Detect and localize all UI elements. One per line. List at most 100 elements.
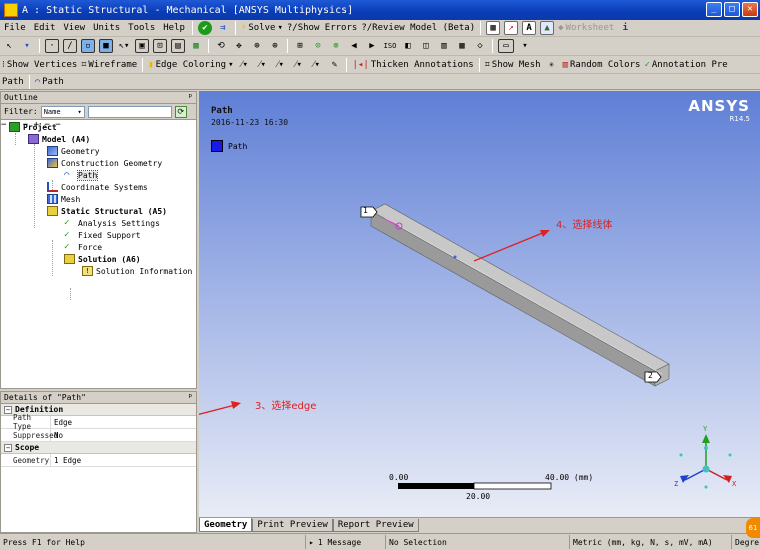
annotation-edge: 3、选择edge [255, 401, 317, 412]
refresh-filter-icon[interactable]: ⟳ [174, 105, 187, 118]
annotation-preferences-button[interactable]: ✓ Annotation Pre [642, 60, 729, 70]
graphics-options-icon[interactable]: ▦ [455, 39, 469, 53]
status-messages[interactable]: ▸ 1 Message [306, 535, 386, 549]
graphics-viewport[interactable]: Path 2016-11-23 16:30 Path ANSYS R14.5 1… [199, 91, 760, 517]
geometry-value[interactable]: 1 Edge [51, 454, 196, 466]
scope-group[interactable]: − Scope [1, 442, 196, 454]
tree-model[interactable]: Model (A4) [28, 133, 90, 145]
menu-view[interactable]: View [59, 23, 89, 33]
box-zoom-icon[interactable]: ⊞ [293, 39, 307, 53]
edge-style-1-icon[interactable]: ⁄▾ [237, 58, 251, 72]
tree-fixed-support[interactable]: ✓ Fixed Support [64, 229, 141, 241]
filter-input[interactable] [87, 105, 172, 118]
show-vertices-button[interactable]: ⁝ Show Vertices [0, 60, 79, 70]
tab-print-preview[interactable]: Print Preview [252, 519, 333, 532]
picture-icon[interactable]: ▲ [540, 21, 555, 35]
tree-mesh[interactable]: Mesh [47, 193, 80, 205]
zoom-in-icon[interactable]: ⊕ [268, 39, 282, 53]
next-view-icon[interactable]: ▶ [365, 39, 379, 53]
chart-icon[interactable]: ↗ [504, 21, 519, 35]
close-button[interactable]: ✕ [742, 2, 758, 17]
details-row-suppressed[interactable]: Suppressed No [1, 429, 196, 442]
filter-bar: Filter: Name ▾ ⟳ [1, 104, 196, 120]
select-body-icon[interactable]: ■ [99, 39, 113, 53]
tree-construction-geometry[interactable]: Construction Geometry [47, 157, 162, 169]
display-plane-icon[interactable]: ◫ [419, 39, 433, 53]
tree-solution[interactable]: Solution (A6) [64, 253, 141, 265]
select-vertex-icon[interactable]: · [45, 39, 59, 53]
details-row-geometry[interactable]: Geometry 1 Edge [1, 454, 196, 467]
select-filter-icon[interactable]: ▾ [20, 39, 34, 53]
check-icon[interactable]: ✔ [197, 21, 212, 35]
notification-badge[interactable]: 61 [746, 518, 760, 538]
minimize-button[interactable]: _ [706, 2, 722, 17]
thicken-annotations-button[interactable]: |◂| Thicken Annotations [350, 60, 475, 70]
wireframe-button[interactable]: ⌗ Wireframe [79, 60, 139, 70]
collapse-definition-toggle[interactable]: − [4, 405, 12, 414]
collapse-scope-toggle[interactable]: − [4, 443, 12, 452]
show-errors-button[interactable]: ?/Show Errors [285, 23, 359, 33]
worksheet-button[interactable]: ◆ Worksheet [556, 23, 616, 33]
pin-icon[interactable]: ᵖ [188, 393, 193, 403]
select-mode-icon[interactable]: ↖▾ [117, 39, 131, 53]
details-row-path-type[interactable]: Path Type Edge [1, 413, 196, 431]
solve-button[interactable]: ⚡ Solve ▾ [239, 23, 285, 33]
maximize-button[interactable]: □ [724, 2, 740, 17]
menu-file[interactable]: File [0, 23, 30, 33]
tree-solution-information[interactable]: ! Solution Information [82, 265, 192, 277]
menu-tools[interactable]: Tools [124, 23, 159, 33]
iso-view-icon[interactable]: ISO [383, 39, 397, 53]
menu-units[interactable]: Units [89, 23, 124, 33]
show-mesh-button[interactable]: ⌗ Show Mesh [483, 60, 543, 70]
tab-report-preview[interactable]: Report Preview [332, 519, 419, 532]
pin-annotation-icon[interactable]: ✎ [327, 58, 341, 72]
show-edges-icon[interactable]: ▥ [437, 39, 451, 53]
coordinate-systems-icon [47, 182, 58, 192]
tree-analysis-settings[interactable]: ✓ Analysis Settings [64, 217, 160, 229]
select-node-icon[interactable]: ⊡ [153, 39, 167, 53]
select-edge-icon[interactable]: / [63, 39, 77, 53]
zoom-icon[interactable]: ⊕ [250, 39, 264, 53]
cube-icon[interactable]: ▩ [189, 39, 203, 53]
tree-path[interactable]: ⌒ Path [64, 169, 99, 181]
zoom-fit-icon[interactable]: ⊙ [311, 39, 325, 53]
set-view-icon[interactable]: ◧ [401, 39, 415, 53]
menu-help[interactable]: Help [159, 23, 189, 33]
magnifier-window-icon[interactable]: ⊚ [329, 39, 343, 53]
edge-style-3-icon[interactable]: ⁄▾ [273, 58, 287, 72]
context-help-icon[interactable]: i [618, 21, 632, 35]
review-model-button[interactable]: ?/Review Model (Beta) [359, 23, 477, 33]
tree-coordinate-systems[interactable]: Coordinate Systems [47, 181, 148, 193]
text-annotation-icon[interactable]: A [522, 21, 537, 35]
random-colors-button[interactable]: ▥ Random Colors [561, 60, 643, 70]
tree-project[interactable]: Project [9, 121, 57, 133]
menu-edit[interactable]: Edit [30, 23, 60, 33]
pan-icon[interactable]: ✥ [232, 39, 246, 53]
path-type-value[interactable]: Edge [51, 416, 196, 428]
suppressed-value[interactable]: No [51, 429, 196, 441]
edge-style-2-icon[interactable]: ⁄▾ [255, 58, 269, 72]
tree-geometry[interactable]: Geometry [47, 145, 100, 157]
transfer-icon[interactable]: ⇉ [216, 21, 230, 35]
rotate-icon[interactable]: ⟲ [214, 39, 228, 53]
select-element-icon[interactable]: ▣ [135, 39, 149, 53]
select-face-icon[interactable]: ▫ [81, 39, 95, 53]
path-button[interactable]: ⌒ Path [33, 77, 66, 87]
select-pointer-icon[interactable]: ↖ [2, 39, 16, 53]
tree-force[interactable]: ✓ Force [64, 241, 102, 253]
mesh-select-icon[interactable]: ▤ [171, 39, 185, 53]
pin-icon[interactable]: ᵖ [188, 93, 193, 103]
table-icon[interactable]: ▦ [486, 21, 501, 35]
tree-static-structural[interactable]: Static Structural (A5) [47, 205, 167, 217]
explode-icon[interactable]: ✳ [545, 58, 559, 72]
chevron-down-icon[interactable]: ▾ [518, 39, 532, 53]
previous-view-icon[interactable]: ◀ [347, 39, 361, 53]
viewport-layout-icon[interactable]: ▭ [498, 39, 514, 53]
edge-style-4-icon[interactable]: ⁄▾ [291, 58, 305, 72]
edge-style-5-icon[interactable]: ⁄▾ [309, 58, 323, 72]
tag-icon[interactable]: ◇ [473, 39, 487, 53]
edge-coloring-button[interactable]: ▮ Edge Coloring ▾ [146, 60, 235, 70]
filter-select[interactable]: Name ▾ [40, 105, 85, 118]
collapse-model-toggle[interactable]: − [1, 120, 6, 130]
tab-geometry[interactable]: Geometry [199, 518, 253, 532]
